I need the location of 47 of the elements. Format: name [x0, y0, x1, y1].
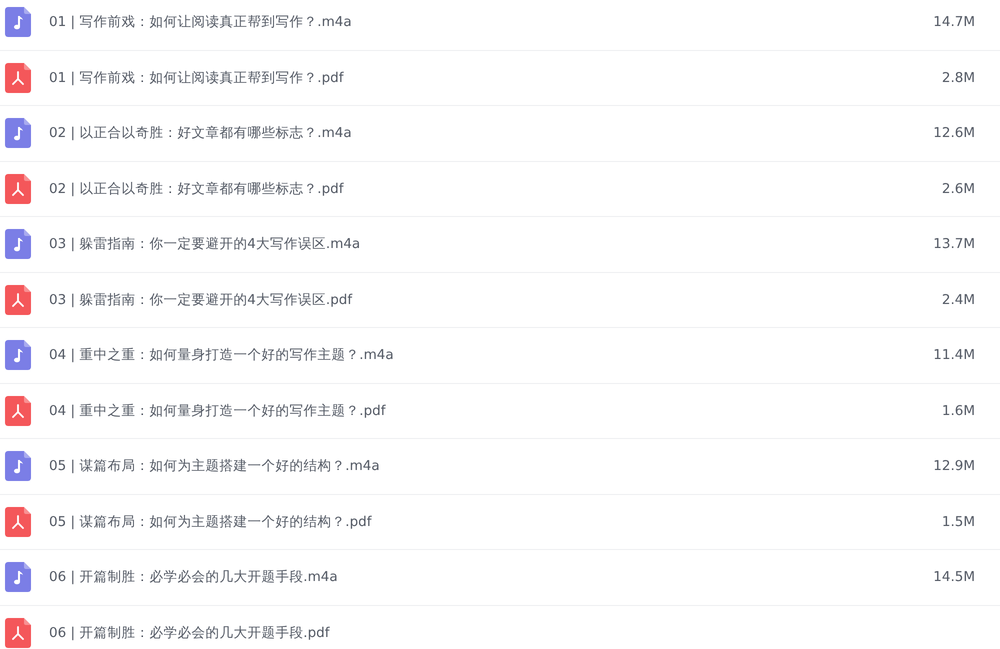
- file-size: 14.5M: [933, 569, 975, 586]
- file-size: 11.4M: [933, 347, 975, 364]
- file-row[interactable]: 03 | 躲雷指南：你一定要避开的4大写作误区.m4a 13.7M: [0, 217, 1000, 272]
- pdf-file-icon: [5, 396, 31, 426]
- file-row[interactable]: 01 | 写作前戏：如何让阅读真正帮到写作？.m4a 14.7M: [0, 0, 1000, 50]
- file-name: 06 | 开篇制胜：必学必会的几大开题手段.m4a: [49, 568, 339, 586]
- file-row[interactable]: 06 | 开篇制胜：必学必会的几大开题手段.m4a 14.5M: [0, 550, 1000, 606]
- file-name: 03 | 躲雷指南：你一定要避开的4大写作误区.m4a: [49, 235, 362, 254]
- file-size: 1.5M: [942, 514, 975, 530]
- audio-file-icon: [5, 7, 31, 38]
- audio-file-icon: [5, 118, 31, 148]
- file-name: 01 | 写作前戏：如何让阅读真正帮到写作？.m4a: [49, 13, 353, 32]
- file-row[interactable]: 04 | 重中之重：如何量身打造一个好的写作主题？.pdf 1.6M: [0, 384, 1000, 439]
- file-row[interactable]: 03 | 躲雷指南：你一定要避开的4大写作误区.pdf 2.4M: [0, 272, 1000, 328]
- pdf-file-icon: [5, 506, 31, 537]
- file-name: 05 | 谋篇布局：如何为主题搭建一个好的结构？.pdf: [49, 512, 373, 531]
- file-name: 02 | 以正合以奇胜：好文章都有哪些标志？.m4a: [49, 124, 353, 142]
- file-row[interactable]: 02 | 以正合以奇胜：好文章都有哪些标志？.pdf 2.6M: [0, 162, 1000, 217]
- audio-file-icon: [5, 229, 31, 260]
- file-name: 04 | 重中之重：如何量身打造一个好的写作主题？.m4a: [49, 346, 395, 364]
- file-size: 1.6M: [942, 402, 975, 419]
- file-size: 13.7M: [933, 236, 975, 252]
- pdf-file-icon: [5, 618, 31, 648]
- file-size: 2.6M: [942, 180, 975, 197]
- pdf-file-icon: [5, 284, 31, 315]
- file-row[interactable]: 05 | 谋篇布局：如何为主题搭建一个好的结构？.pdf 1.5M: [0, 494, 1000, 550]
- file-size: 2.8M: [942, 70, 975, 86]
- file-name: 04 | 重中之重：如何量身打造一个好的写作主题？.pdf: [49, 402, 387, 420]
- file-name: 06 | 开篇制胜：必学必会的几大开题手段.pdf: [49, 624, 331, 642]
- file-size: 14.7M: [933, 14, 975, 30]
- audio-file-icon: [5, 562, 31, 592]
- file-size: 2.4M: [942, 292, 975, 308]
- file-row[interactable]: 01 | 写作前戏：如何让阅读真正帮到写作？.pdf 2.8M: [0, 50, 1000, 106]
- file-row[interactable]: 05 | 谋篇布局：如何为主题搭建一个好的结构？.m4a 12.9M: [0, 439, 1000, 494]
- file-name: 03 | 躲雷指南：你一定要避开的4大写作误区.pdf: [49, 290, 354, 309]
- audio-file-icon: [5, 451, 31, 482]
- file-name: 01 | 写作前戏：如何让阅读真正帮到写作？.pdf: [49, 68, 345, 87]
- file-name: 05 | 谋篇布局：如何为主题搭建一个好的结构？.m4a: [49, 457, 381, 476]
- file-row[interactable]: 02 | 以正合以奇胜：好文章都有哪些标志？.m4a 12.6M: [0, 106, 1000, 162]
- file-row[interactable]: 04 | 重中之重：如何量身打造一个好的写作主题？.m4a 11.4M: [0, 328, 1000, 384]
- pdf-file-icon: [5, 174, 31, 204]
- file-name: 02 | 以正合以奇胜：好文章都有哪些标志？.pdf: [49, 180, 345, 198]
- file-size: 12.9M: [933, 458, 975, 474]
- file-row[interactable]: 06 | 开篇制胜：必学必会的几大开题手段.pdf: [0, 606, 1000, 649]
- audio-file-icon: [5, 340, 31, 370]
- file-size: 12.6M: [933, 125, 975, 142]
- pdf-file-icon: [5, 62, 31, 93]
